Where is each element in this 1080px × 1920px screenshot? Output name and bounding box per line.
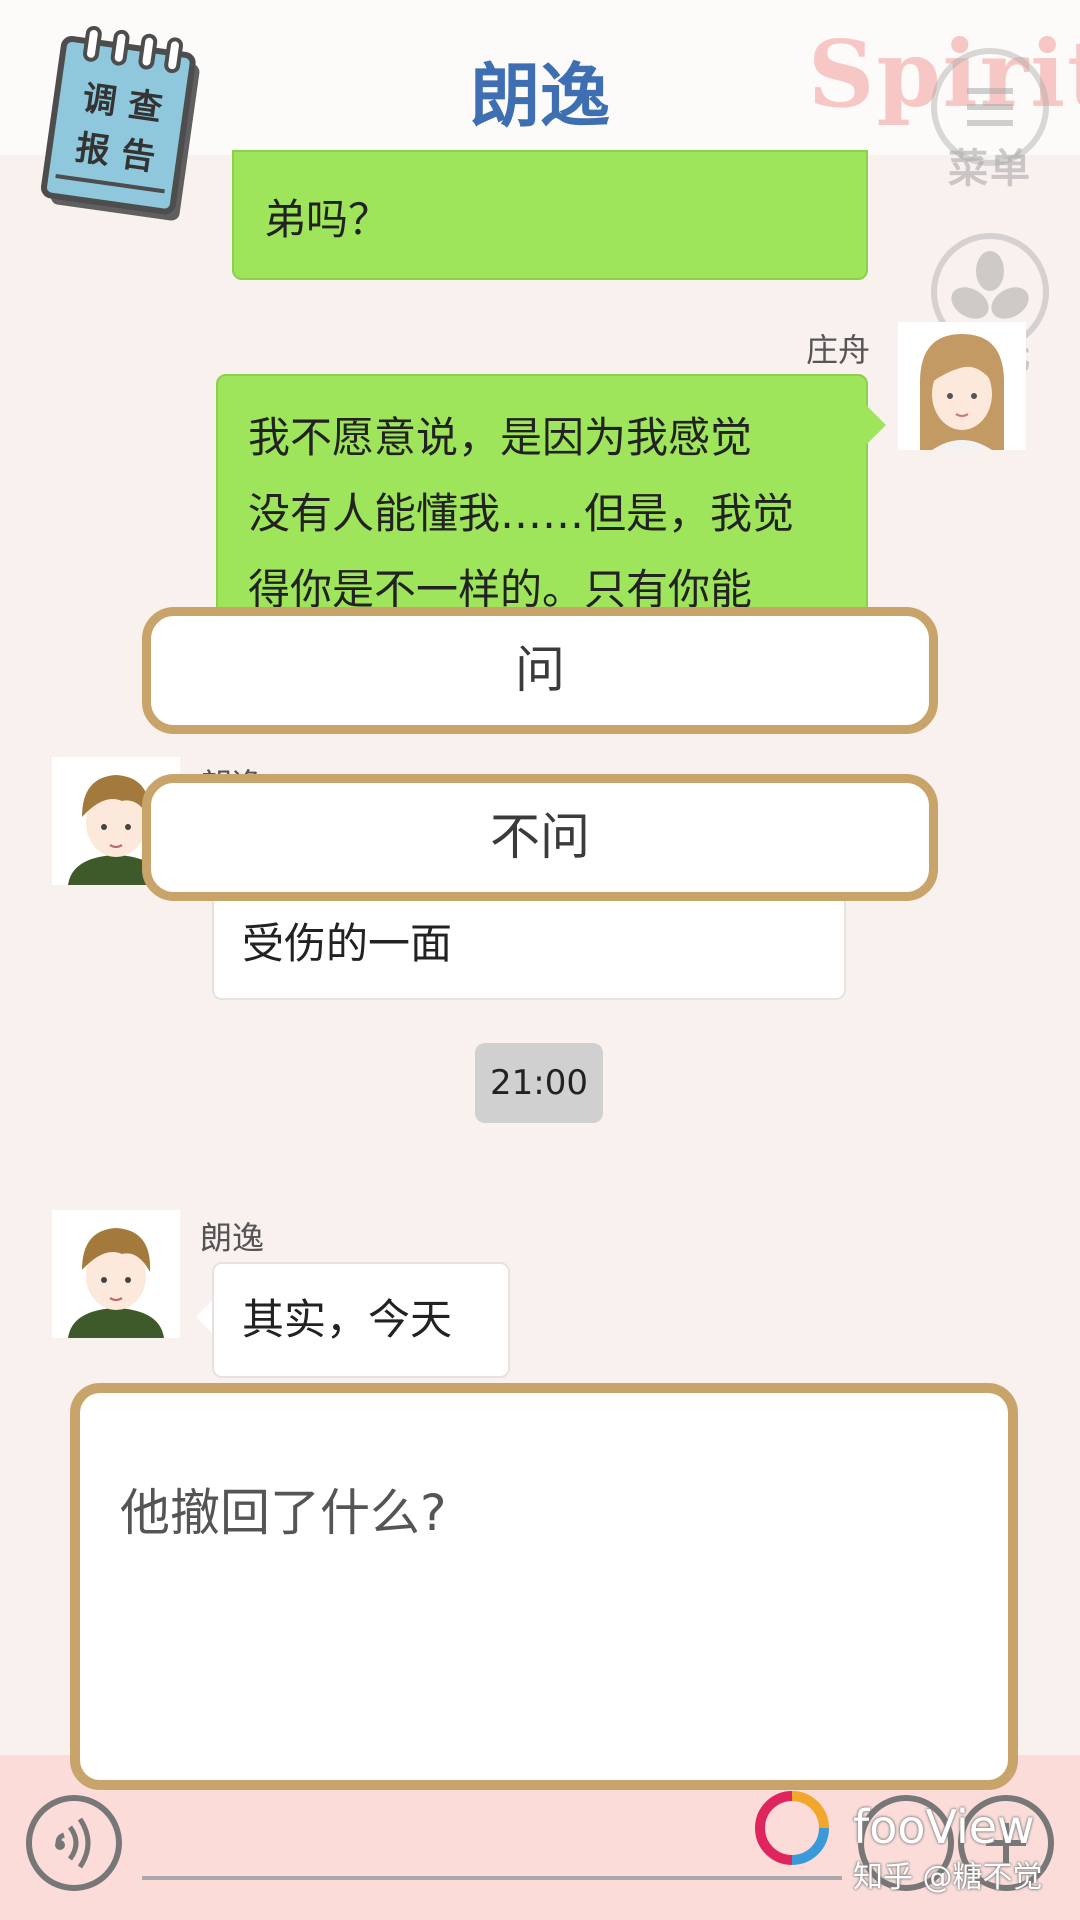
- sender-name: 朗逸: [200, 1219, 265, 1257]
- message-line: 没有人能懂我……但是，我觉: [248, 489, 795, 538]
- message-line: 我不愿意说，是因为我感觉: [248, 413, 753, 462]
- sender-name: 庄舟: [806, 331, 871, 369]
- voice-icon: [55, 1817, 91, 1869]
- chat-bubble-incoming: 受伤的一面: [212, 890, 846, 1000]
- message-text: 弟吗？: [264, 195, 391, 244]
- avatar-zhuangzhou: [898, 322, 1026, 450]
- investigation-report-button[interactable]: 调 查 报 告: [38, 25, 208, 230]
- avatar-langyi: [52, 1210, 180, 1338]
- menu-button[interactable]: 菜单: [925, 48, 1055, 194]
- question-panel: 他撤回了什么?: [70, 1383, 1018, 1790]
- chat-bubble-outgoing: 弟吗？: [232, 150, 868, 280]
- message-text: 其实，今天: [242, 1295, 453, 1344]
- chat-bubble-incoming: 其实，今天: [212, 1262, 510, 1378]
- choice-ask-button[interactable]: 问: [142, 607, 938, 734]
- message-text: 受伤的一面: [242, 919, 453, 968]
- voice-button[interactable]: [26, 1795, 122, 1891]
- text-input-line[interactable]: [142, 1876, 842, 1880]
- question-text: 他撤回了什么?: [120, 1484, 447, 1542]
- choice-dont-ask-button[interactable]: 不问: [142, 774, 938, 901]
- menu-icon: [931, 48, 1049, 166]
- chat-bubble-outgoing: 我不愿意说，是因为我感觉 没有人能懂我……但是，我觉 得你是不一样的。只有你能: [216, 374, 868, 614]
- watermark-brand: fooView: [853, 1800, 1035, 1854]
- fooview-logo-icon: [755, 1791, 829, 1865]
- timestamp: 21:00: [475, 1043, 603, 1123]
- watermark-sub: 知乎 @糖不觉: [853, 1860, 1043, 1895]
- bubble-tail: [866, 405, 886, 445]
